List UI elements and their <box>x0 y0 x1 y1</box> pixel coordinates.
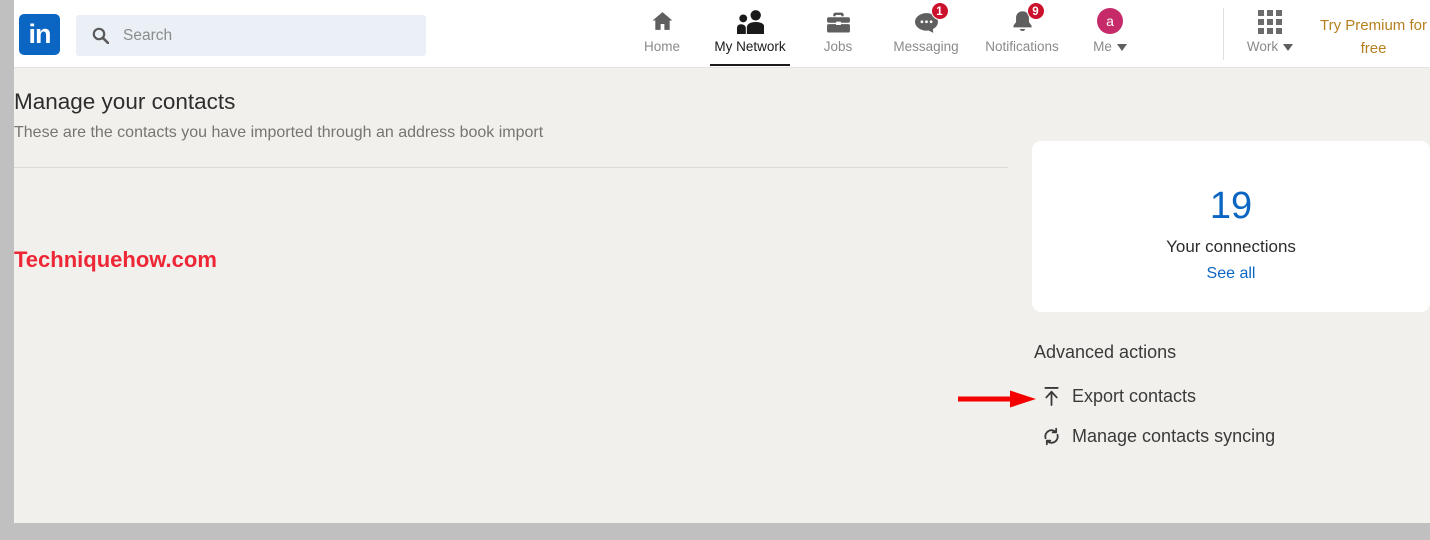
nav-item-home[interactable]: Home <box>622 0 702 68</box>
nav-label-jobs: Jobs <box>823 39 853 54</box>
nav-item-jobs[interactable]: Jobs <box>798 0 878 68</box>
try-premium-line2: free <box>1360 40 1387 57</box>
nav-label-home: Home <box>643 39 680 54</box>
try-premium-link[interactable]: Try Premium for free <box>1317 14 1430 60</box>
notifications-badge: 9 <box>1026 2 1045 20</box>
sync-refresh-icon <box>1041 425 1061 447</box>
grid-icon <box>1258 8 1282 34</box>
chevron-down-icon <box>1116 43 1127 51</box>
briefcase-icon <box>826 8 851 34</box>
see-all-link[interactable]: See all <box>1207 265 1256 283</box>
message-bubble-icon: 1 <box>914 2 949 34</box>
section-divider <box>14 167 1008 168</box>
nav-item-me[interactable]: a Me <box>1070 0 1150 68</box>
connections-card: 19 Your connections See all <box>1032 141 1430 312</box>
nav-label-me: Me <box>1093 39 1127 54</box>
navbar-divider <box>1223 8 1224 60</box>
avatar-initial: a <box>1097 8 1123 34</box>
try-premium-line1: Try Premium for <box>1320 17 1427 34</box>
manage-contacts-syncing-label: Manage contacts syncing <box>1072 425 1276 446</box>
search-icon <box>92 27 110 45</box>
nav-item-my-network[interactable]: My Network <box>702 0 798 68</box>
nav-label-me-text: Me <box>1093 39 1112 54</box>
linkedin-logo-icon[interactable]: in <box>19 14 60 55</box>
page-title: Manage your contacts <box>14 89 236 114</box>
watermark-text: Techniquehow.com <box>14 247 217 272</box>
export-contacts-action[interactable]: Export contacts <box>1041 385 1196 407</box>
red-arrow-annotation-icon <box>958 390 1036 408</box>
export-contacts-label: Export contacts <box>1072 385 1197 406</box>
nav-label-notifications: Notifications <box>985 39 1059 54</box>
avatar: a <box>1097 8 1123 34</box>
search-box[interactable] <box>76 15 426 56</box>
nav-item-work[interactable]: Work <box>1232 0 1308 68</box>
advanced-actions-title: Advanced actions <box>1034 342 1177 362</box>
global-navbar: in Home <box>14 0 1430 68</box>
nav-item-notifications[interactable]: 9 Notifications <box>974 0 1070 68</box>
chevron-down-icon <box>1283 43 1294 51</box>
screenshot-frame: in Home <box>0 0 1430 540</box>
connections-count: 19 <box>1209 185 1253 227</box>
messaging-badge: 1 <box>930 2 949 20</box>
nav-label-my-network: My Network <box>714 39 786 54</box>
export-upload-icon <box>1041 385 1061 407</box>
nav-label-work: Work <box>1246 39 1294 54</box>
my-network-icon <box>736 8 764 34</box>
manage-contacts-syncing-action[interactable]: Manage contacts syncing <box>1041 425 1275 447</box>
browser-viewport: in Home <box>14 0 1430 523</box>
nav-item-messaging[interactable]: 1 Messaging <box>878 0 974 68</box>
active-tab-underline <box>710 64 790 66</box>
nav-label-work-text: Work <box>1246 39 1279 54</box>
bell-icon: 9 <box>1010 2 1045 34</box>
connections-label: Your connections <box>1166 237 1296 256</box>
page-subtitle: These are the contacts you have imported… <box>14 124 544 141</box>
nav-label-messaging: Messaging <box>893 39 959 54</box>
navbar-items: Home My Network Jobs 1 Messaging 9 Notif… <box>622 0 1150 68</box>
home-icon <box>650 8 675 34</box>
search-input[interactable] <box>123 26 373 45</box>
